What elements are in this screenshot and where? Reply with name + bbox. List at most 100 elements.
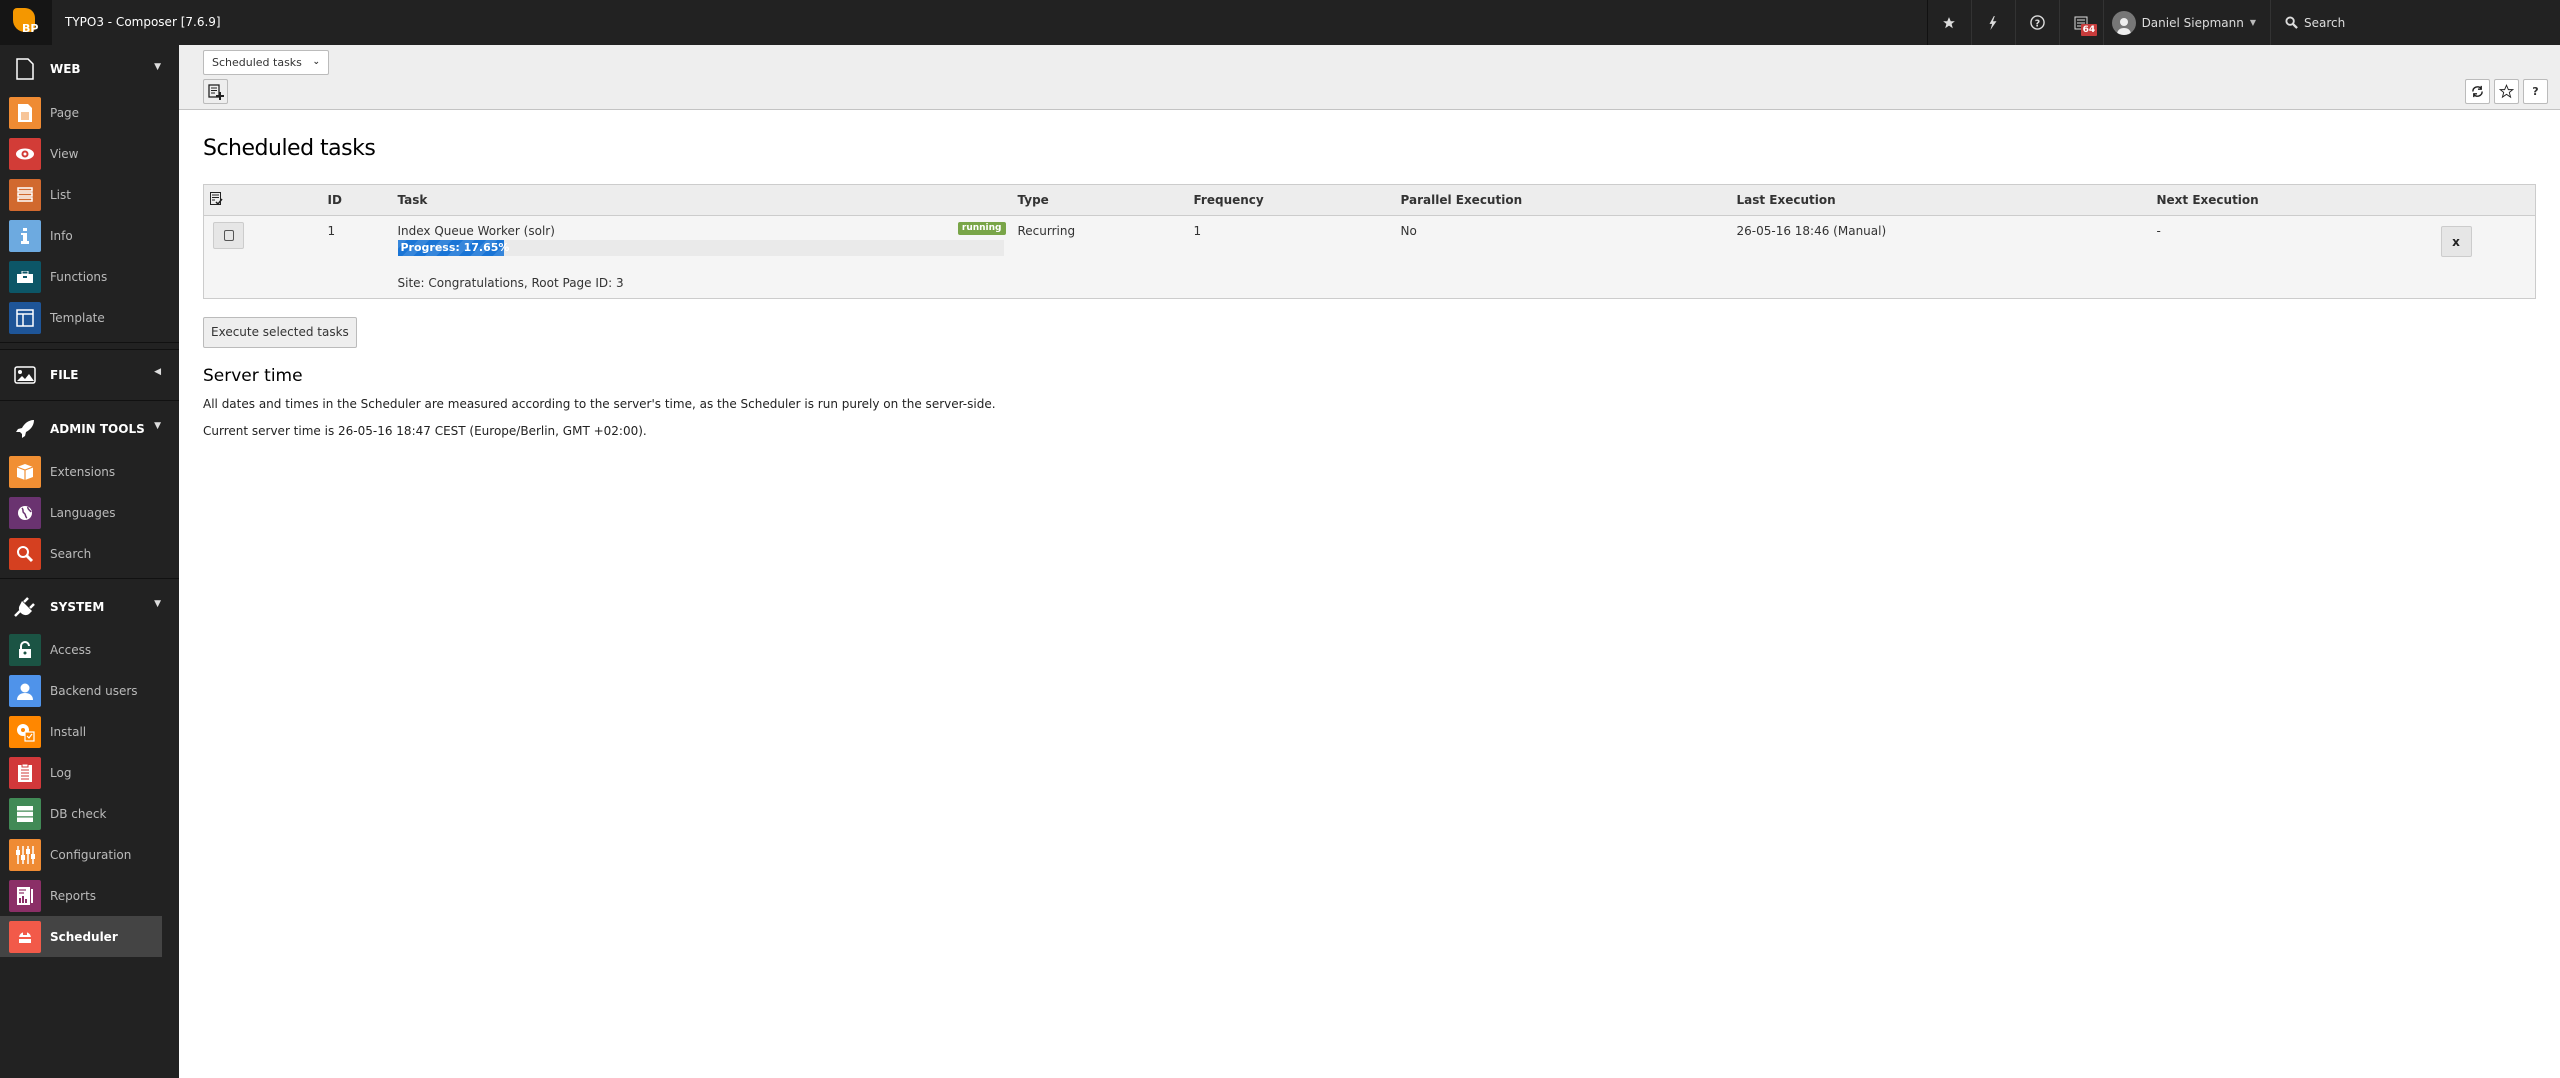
header-task: Task — [391, 184, 1012, 216]
progress-bar: Progress: 17.65% — [397, 240, 1004, 256]
status-badge: running — [957, 222, 1006, 235]
module-db-check[interactable]: DB check — [0, 793, 179, 834]
system-information-button[interactable]: 64 — [2058, 0, 2103, 45]
group-header-admin-tools[interactable]: ADMIN TOOLS ▼ — [0, 401, 179, 451]
caret-down-icon: ▼ — [2249, 18, 2256, 27]
notification-badge: 64 — [2080, 24, 2098, 36]
page-title: Scheduled tasks — [203, 136, 376, 161]
header-last-execution: Last Execution — [1730, 184, 2151, 216]
page-icon — [9, 96, 41, 129]
bookmark-button[interactable] — [2494, 79, 2519, 104]
module-label: Scheduler — [50, 929, 118, 944]
module-backend-users[interactable]: Backend users — [0, 670, 179, 711]
sliders-icon — [9, 838, 41, 871]
module-search[interactable]: Search — [0, 533, 179, 574]
cell-select — [203, 215, 322, 299]
refresh-button[interactable] — [2465, 79, 2490, 104]
module-label: Access — [50, 642, 92, 657]
row-checkbox[interactable] — [213, 222, 244, 249]
module-label: Template — [50, 310, 105, 325]
execute-selected-tasks-button[interactable]: Execute selected tasks — [203, 317, 357, 348]
module-label: Info — [50, 228, 73, 243]
stop-task-button[interactable]: x — [2440, 226, 2472, 257]
help-button[interactable]: ? — [2014, 0, 2059, 45]
typo3-logo-icon: BP — [11, 6, 41, 40]
add-task-button[interactable] — [203, 79, 228, 104]
cell-task: Index Queue Worker (solr) running Progre… — [391, 215, 1012, 299]
search-icon — [2285, 16, 2298, 29]
module-list[interactable]: List — [0, 174, 179, 215]
search-icon — [9, 537, 41, 570]
toggle-all-header[interactable] — [203, 184, 322, 216]
report-icon — [9, 879, 41, 912]
module-functions[interactable]: Functions — [0, 256, 179, 297]
chevron-down-icon: ⌄ — [312, 57, 320, 67]
module-extensions[interactable]: Extensions — [0, 451, 179, 492]
module-label: List — [50, 187, 71, 202]
header-id: ID — [321, 184, 392, 216]
group-header-web[interactable]: WEB ▼ — [0, 45, 179, 92]
module-info[interactable]: Info — [0, 215, 179, 256]
search-label: Search — [2304, 15, 2346, 30]
server-time-heading: Server time — [203, 366, 303, 386]
image-icon — [0, 366, 50, 384]
module-view[interactable]: View — [0, 133, 179, 174]
user-icon — [9, 674, 41, 707]
page-icon — [0, 57, 50, 80]
server-time-description: All dates and times in the Scheduler are… — [203, 397, 996, 411]
help-button[interactable]: ? — [2523, 79, 2548, 104]
cell-next-execution: - — [2150, 215, 2435, 299]
bookmarks-button[interactable] — [1926, 0, 1971, 45]
progress-fill: Progress: 17.65% — [397, 240, 509, 256]
header-type: Type — [1011, 184, 1188, 216]
module-label: Log — [50, 765, 72, 780]
search-button[interactable]: Search — [2270, 0, 2560, 45]
logo[interactable]: BP — [0, 0, 52, 45]
module-access[interactable]: Access — [0, 629, 179, 670]
module-label: Languages — [50, 505, 116, 520]
group-label: FILE — [50, 368, 79, 382]
group-header-file[interactable]: FILE ◀ — [0, 350, 179, 400]
gear-icon — [9, 715, 41, 748]
header-frequency: Frequency — [1187, 184, 1395, 216]
doc-header: Scheduled tasks ⌄ ? — [179, 45, 2560, 110]
add-task-icon — [207, 83, 224, 100]
close-icon: x — [2452, 234, 2460, 249]
checklist-icon[interactable] — [210, 191, 223, 206]
module-log[interactable]: Log — [0, 752, 179, 793]
group-label: ADMIN TOOLS — [50, 422, 145, 436]
group-admin-tools: ADMIN TOOLS ▼ Extensions Languages Searc… — [0, 401, 179, 579]
module-menu: WEB ▼ Page View List Info Functions Temp… — [0, 45, 179, 1078]
unlock-icon — [9, 633, 41, 666]
module-label: DB check — [50, 806, 107, 821]
table-header-row: ID Task Type Frequency Parallel Executio… — [203, 184, 2536, 216]
module-label: Search — [50, 546, 92, 561]
module-scheduler[interactable]: Scheduler — [0, 916, 162, 957]
module-install[interactable]: Install — [0, 711, 179, 752]
task-name: Index Queue Worker (solr) — [397, 224, 555, 238]
svg-text:?: ? — [2034, 18, 2039, 29]
user-menu[interactable]: Daniel Siepmann ▼ — [2102, 0, 2270, 45]
toolbox-icon — [9, 260, 41, 293]
plug-icon — [0, 597, 50, 617]
content-area: Scheduled tasks ⌄ ? Scheduled tasks ID T… — [179, 45, 2560, 1078]
module-reports[interactable]: Reports — [0, 875, 179, 916]
module-languages[interactable]: Languages — [0, 492, 179, 533]
site-info: Site: Congratulations, Root Page ID: 3 — [397, 276, 624, 290]
clear-cache-button[interactable] — [1970, 0, 2015, 45]
caret-left-icon: ◀ — [154, 367, 161, 377]
star-icon — [1943, 16, 1955, 28]
function-select[interactable]: Scheduled tasks ⌄ — [203, 50, 329, 75]
caret-down-icon: ▼ — [154, 62, 161, 72]
module-page[interactable]: Page — [0, 92, 179, 133]
group-label: SYSTEM — [50, 600, 105, 614]
logo-text: BP — [22, 21, 39, 35]
table-row: 1 Index Queue Worker (solr) running Prog… — [203, 215, 2536, 299]
group-header-system[interactable]: SYSTEM ▼ — [0, 579, 179, 629]
module-template[interactable]: Template — [0, 297, 179, 338]
module-configuration[interactable]: Configuration — [0, 834, 179, 875]
list-icon — [9, 178, 41, 211]
cell-parallel: No — [1394, 215, 1731, 299]
clipboard-icon — [9, 756, 41, 789]
group-file: FILE ◀ — [0, 349, 179, 401]
